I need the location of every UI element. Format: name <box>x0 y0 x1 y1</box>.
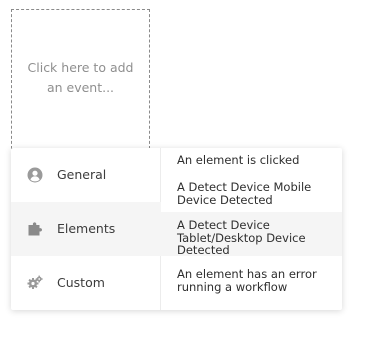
category-custom[interactable]: Custom <box>11 256 161 310</box>
category-list: General Elements Custom <box>11 148 161 310</box>
event-item-tablet-desktop-detected[interactable]: A Detect Device Tablet/Desktop Device De… <box>161 212 342 256</box>
category-label: Custom <box>57 275 105 290</box>
category-elements[interactable]: Elements <box>11 202 161 256</box>
category-label: Elements <box>57 221 116 236</box>
gears-icon <box>27 275 43 291</box>
category-general[interactable]: General <box>11 148 161 202</box>
user-circle-icon <box>27 167 43 183</box>
puzzle-piece-icon <box>27 221 43 237</box>
event-picker-dropdown: General Elements Custom An element is cl… <box>11 148 342 310</box>
add-event-label: Click here to add an event... <box>27 60 134 95</box>
event-list: An element is clicked A Detect Device Mo… <box>161 148 342 310</box>
workflow-editor: Click here to add an event... General El… <box>0 0 365 358</box>
event-item-workflow-error[interactable]: An element has an error running a workfl… <box>161 268 342 293</box>
category-label: General <box>57 167 107 182</box>
event-item-element-clicked[interactable]: An element is clicked <box>161 154 342 167</box>
add-event-placeholder[interactable]: Click here to add an event... <box>11 9 150 149</box>
event-item-mobile-detected[interactable]: A Detect Device Mobile Device Detected <box>161 181 342 206</box>
